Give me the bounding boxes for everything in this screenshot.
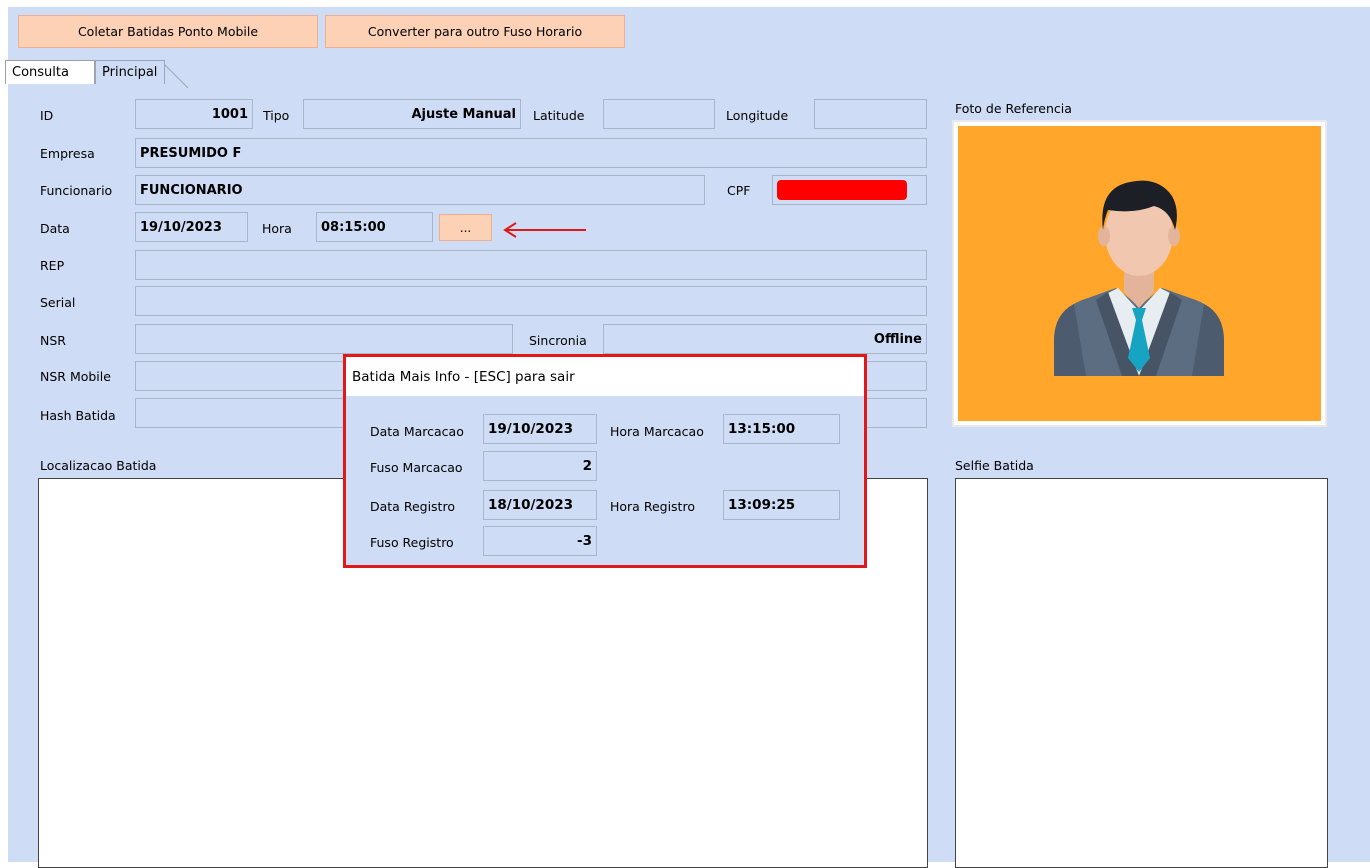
hash-batida-label: Hash Batida — [40, 408, 116, 423]
longitude-field[interactable] — [814, 99, 927, 129]
empresa-field[interactable]: PRESUMIDO F — [135, 138, 927, 168]
fuso-marcacao-field[interactable]: 2 — [483, 451, 597, 481]
nsr-field[interactable] — [135, 324, 513, 354]
hora-label: Hora — [262, 221, 292, 236]
batida-info-dialog[interactable]: Batida Mais Info - [ESC] para sair Data … — [343, 354, 867, 568]
convert-timezone-button[interactable]: Converter para outro Fuso Horario — [325, 15, 625, 48]
id-label: ID — [40, 108, 54, 123]
data-label: Data — [40, 221, 70, 236]
hora-marcacao-field[interactable]: 13:15:00 — [723, 414, 840, 444]
fuso-registro-label: Fuso Registro — [370, 535, 454, 550]
data-field[interactable]: 19/10/2023 — [135, 212, 248, 242]
selfie-panel — [955, 478, 1328, 868]
id-field[interactable]: 1001 — [135, 99, 253, 129]
more-info-button[interactable]: ... — [439, 214, 492, 241]
data-marcacao-label: Data Marcacao — [370, 424, 464, 439]
selfie-batida-label: Selfie Batida — [955, 458, 1034, 473]
funcionario-field[interactable]: FUNCIONARIO — [135, 175, 705, 205]
empresa-label: Empresa — [40, 146, 95, 161]
serial-label: Serial — [40, 295, 76, 310]
hora-marcacao-label: Hora Marcacao — [610, 424, 704, 439]
person-avatar-icon — [1054, 180, 1224, 376]
data-registro-label: Data Registro — [370, 499, 455, 514]
dialog-title: Batida Mais Info - [ESC] para sair — [346, 357, 864, 396]
collect-mobile-punches-button[interactable]: Coletar Batidas Ponto Mobile — [18, 15, 318, 48]
hora-registro-field[interactable]: 13:09:25 — [723, 490, 840, 520]
hora-registro-label: Hora Registro — [610, 499, 695, 514]
fuso-marcacao-label: Fuso Marcacao — [370, 460, 463, 475]
localizacao-label: Localizacao Batida — [40, 458, 157, 473]
hora-field[interactable]: 08:15:00 — [316, 212, 433, 242]
sincronia-label: Sincronia — [529, 333, 587, 348]
arrow-left-icon — [503, 222, 586, 238]
cpf-redaction — [777, 180, 907, 200]
nsr-label: NSR — [40, 333, 66, 348]
latitude-field[interactable] — [603, 99, 715, 129]
tipo-field[interactable]: Ajuste Manual — [303, 99, 521, 129]
data-marcacao-field[interactable]: 19/10/2023 — [483, 414, 597, 444]
cpf-label: CPF — [727, 183, 751, 198]
rep-field[interactable] — [135, 250, 927, 280]
rep-label: REP — [40, 258, 65, 273]
tab-edge-icon — [164, 64, 189, 89]
longitude-label: Longitude — [726, 108, 789, 123]
tipo-label: Tipo — [263, 108, 290, 123]
data-registro-field[interactable]: 18/10/2023 — [483, 490, 597, 520]
nsr-mobile-label: NSR Mobile — [40, 369, 111, 384]
reference-photo — [952, 120, 1327, 427]
foto-referencia-label: Foto de Referencia — [955, 101, 1072, 116]
sincronia-field[interactable]: Offline — [603, 324, 927, 354]
funcionario-label: Funcionario — [40, 183, 113, 198]
fuso-registro-field[interactable]: -3 — [483, 526, 597, 556]
serial-field[interactable] — [135, 286, 927, 316]
tab-principal[interactable]: Principal — [95, 60, 165, 84]
tab-consulta[interactable]: Consulta — [5, 60, 95, 84]
cpf-field[interactable] — [772, 175, 927, 205]
latitude-label: Latitude — [533, 108, 585, 123]
